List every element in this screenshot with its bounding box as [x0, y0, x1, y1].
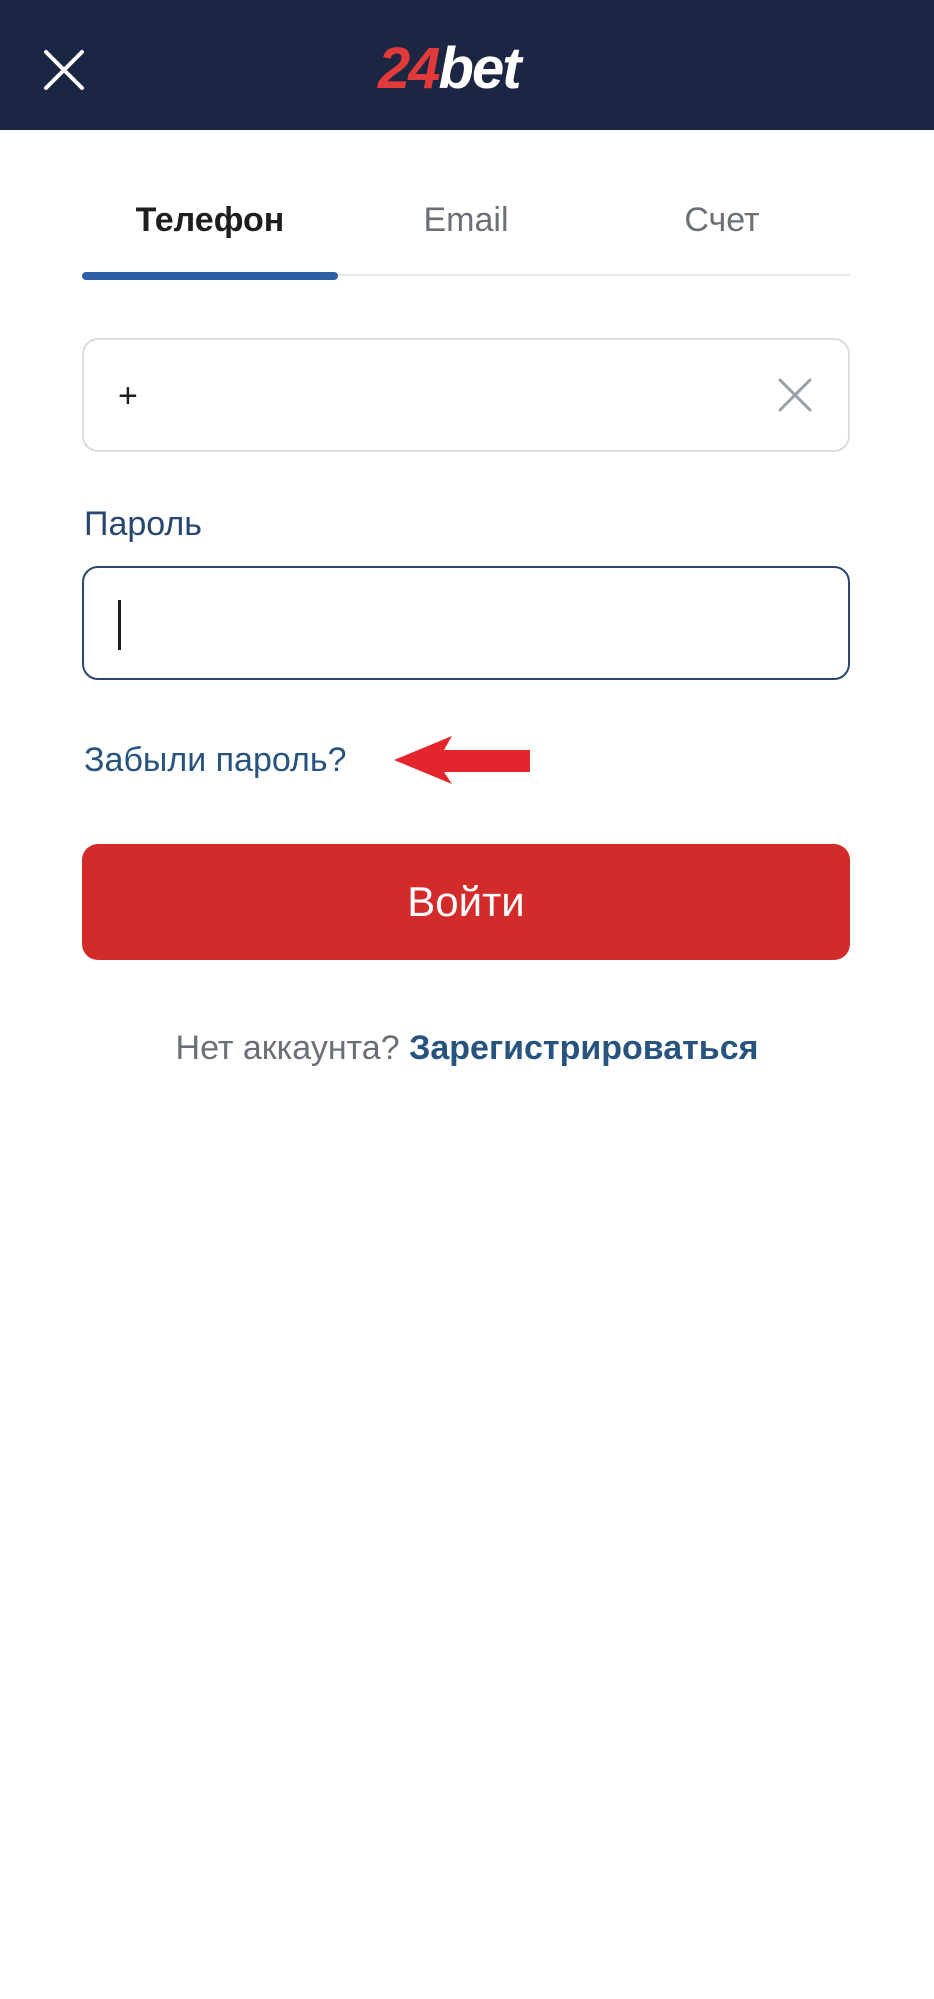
no-account-text: Нет аккаунта?	[175, 1029, 400, 1067]
logo-text: bet	[438, 36, 522, 101]
text-caret	[118, 600, 121, 650]
red-arrow-icon	[394, 732, 530, 788]
password-input[interactable]	[82, 566, 850, 680]
logo: 24bet	[378, 36, 522, 101]
password-label: Пароль	[84, 505, 202, 543]
clear-icon[interactable]	[776, 376, 814, 414]
tab-email[interactable]: Email	[338, 190, 594, 274]
tab-account[interactable]: Счет	[594, 190, 850, 274]
register-link[interactable]: Зарегистрироваться	[409, 1029, 758, 1067]
close-icon[interactable]	[40, 46, 88, 94]
forgot-password-link[interactable]: Забыли пароль?	[84, 738, 347, 782]
login-method-tabs: Телефон Email Счет	[82, 190, 850, 280]
phone-input[interactable]: +	[82, 338, 850, 452]
top-bar: 24bet	[0, 0, 934, 130]
signup-row: Нет аккаунта? Зарегистрироваться	[0, 1024, 934, 1072]
logo-number: 24	[378, 36, 440, 101]
tab-phone[interactable]: Телефон	[82, 190, 338, 280]
phone-input-value: +	[118, 377, 138, 415]
login-button[interactable]: Войти	[82, 844, 850, 960]
